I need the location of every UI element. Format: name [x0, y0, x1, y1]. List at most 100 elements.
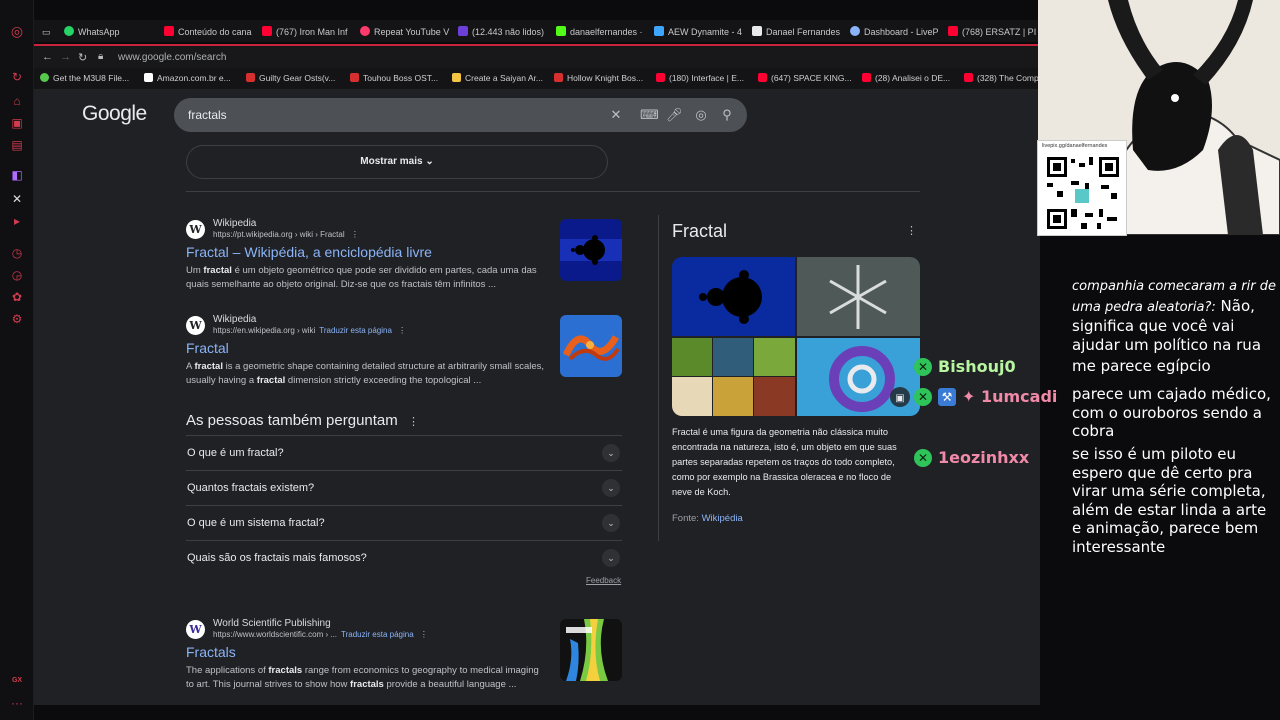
google-logo[interactable]: Google	[82, 102, 147, 126]
translate-link[interactable]: Traduzir esta página	[319, 326, 392, 335]
paa-question[interactable]: Quantos fractais existem? ⌄	[186, 470, 622, 505]
svg-text:▣: ▣	[895, 393, 904, 404]
kick-badge-icon: ✕	[914, 358, 932, 376]
paa-question[interactable]: Quais são os fractais mais famosos? ⌄	[186, 540, 622, 575]
result-thumbnail[interactable]	[560, 619, 622, 681]
bookmark-item[interactable]: (328) The Comp	[964, 73, 1039, 83]
bookmark-item[interactable]: Hollow Knight Bos...	[554, 73, 643, 83]
bookmark-item[interactable]: Create a Saiyan Ar...	[452, 73, 543, 83]
tab-favicon-icon	[948, 26, 958, 36]
knowledge-panel-title: Fractal	[672, 221, 728, 241]
history-list-icon[interactable]: ◶	[10, 268, 24, 282]
tab-item[interactable]: AEW Dynamite - 4	[654, 24, 744, 40]
forward-arrow-icon[interactable]: →	[60, 51, 71, 63]
tab-favicon-icon	[262, 26, 272, 36]
knowledge-panel-images[interactable]: ▣	[672, 257, 920, 416]
tab-item[interactable]: danaelfernandes ·	[556, 24, 646, 40]
player-icon[interactable]: ▤	[10, 138, 24, 152]
gx-icon[interactable]: GX	[10, 674, 24, 688]
tab-item[interactable]: Conteúdo do cana	[164, 24, 254, 40]
tab-bar: ▭ WhatsApp Conteúdo do cana (767) Iron M…	[34, 20, 1040, 42]
journal-cover-thumbnail	[560, 619, 622, 681]
keyboard-icon[interactable]: ⌨	[640, 107, 659, 123]
paa-question[interactable]: O que é um sistema fractal? ⌄	[186, 505, 622, 540]
tab-item[interactable]: (12.443 não lidos)	[458, 24, 548, 40]
chevron-down-icon: ⌄	[602, 444, 620, 462]
feedback-link[interactable]: Feedback	[586, 576, 621, 585]
tab-item[interactable]: WhatsApp	[64, 24, 154, 40]
bag-icon[interactable]: ⌂	[10, 94, 24, 108]
clear-icon[interactable]: ✕	[608, 107, 624, 123]
extensions-icon[interactable]: ✿	[10, 290, 24, 304]
livepix-qr-code[interactable]: livepix.gg/danaelfernandes	[1037, 140, 1127, 236]
fractal-dragon-thumbnail	[560, 315, 622, 377]
result-title-link[interactable]: Fractal – Wikipédia, a enciclopédia livr…	[186, 244, 432, 260]
youtube-icon[interactable]: ▸	[10, 214, 24, 228]
settings-gear-icon[interactable]: ⚙	[10, 312, 24, 326]
bookmark-item[interactable]: Get the M3U8 File...	[40, 73, 129, 83]
show-more-button[interactable]: Mostrar mais ⌄	[186, 145, 608, 179]
bookmark-favicon-icon	[452, 73, 461, 82]
chat-icon[interactable]: ▣	[10, 116, 24, 130]
bookmark-favicon-icon	[862, 73, 871, 82]
tab-menu-icon[interactable]: ▭	[42, 24, 56, 40]
translate-link[interactable]: Traduzir esta página	[341, 630, 414, 639]
reload-icon[interactable]: ↻	[78, 51, 87, 64]
tab-favicon-icon	[458, 26, 468, 36]
result-title-link[interactable]: Fractal	[186, 340, 229, 356]
tab-favicon-icon	[360, 26, 370, 36]
result-title-link[interactable]: Fractals	[186, 644, 236, 660]
x-icon[interactable]: ✕	[10, 192, 24, 206]
opera-logo-icon[interactable]: ◎	[10, 24, 24, 38]
result-thumbnail[interactable]	[560, 315, 622, 377]
kick-badge-icon: ✕	[914, 449, 932, 467]
bookmark-item[interactable]: Amazon.com.br e...	[144, 73, 231, 83]
tab-item[interactable]: Danael Fernandes	[752, 24, 842, 40]
more-vert-icon[interactable]: ⋮	[408, 416, 419, 428]
back-arrow-icon[interactable]: ←	[42, 51, 53, 63]
search-input[interactable]: fractals	[188, 108, 227, 122]
more-vert-icon[interactable]: ⋮	[420, 630, 428, 639]
wikipedia-favicon-icon: W	[186, 316, 205, 335]
tab-item[interactable]: Dashboard - LiveP	[850, 24, 940, 40]
more-options-icon[interactable]: ···	[10, 696, 24, 710]
bookmark-favicon-icon	[40, 73, 49, 82]
clock-icon[interactable]: ◷	[10, 246, 24, 260]
kick-badge-icon: ✕	[914, 388, 932, 406]
twitch-icon[interactable]: ◧	[10, 168, 24, 182]
search-box[interactable]: fractals ✕ ⌨ 🎤︎ ◎ ⚲	[174, 98, 747, 132]
tab-item[interactable]: Repeat YouTube V	[360, 24, 450, 40]
more-vert-icon[interactable]: ⋮	[398, 326, 406, 335]
bookmarks-bar: Get the M3U8 File... Amazon.com.br e... …	[34, 68, 1040, 90]
bookmark-item[interactable]: Touhou Boss OST...	[350, 73, 438, 83]
chevron-down-icon: ⌄	[425, 156, 434, 167]
tab-item[interactable]: (768) ERSATZ | PI	[948, 24, 1038, 40]
result-thumbnail[interactable]	[560, 219, 622, 281]
more-vert-icon[interactable]: ⋮	[351, 230, 359, 239]
bookmark-item[interactable]: (180) Interface | E...	[656, 73, 744, 83]
bookmark-favicon-icon	[554, 73, 563, 82]
result-url: https://www.worldscientific.com › ... Tra…	[213, 630, 428, 639]
result-site-name: Wikipedia	[213, 218, 257, 229]
microphone-icon[interactable]: 🎤︎	[666, 107, 683, 123]
paa-question[interactable]: O que é um fractal? ⌄	[186, 435, 622, 470]
result-site-name: World Scientific Publishing	[213, 618, 331, 629]
bookmark-item[interactable]: (28) Analisei o DE...	[862, 73, 950, 83]
hammer-badge-icon: ⚒	[938, 388, 956, 406]
bookmark-favicon-icon	[656, 73, 665, 82]
more-vert-icon[interactable]: ⋮	[906, 224, 917, 237]
chat-message: me parece egípcio	[1072, 357, 1211, 375]
bookmark-item[interactable]: (647) SPACE KING...	[758, 73, 852, 83]
search-icon[interactable]: ⚲	[719, 107, 735, 123]
tab-item[interactable]: (767) Iron Man Inf	[262, 24, 352, 40]
lock-icon: 🔒︎	[98, 51, 104, 62]
url-field[interactable]: www.google.com/search	[118, 52, 226, 63]
tab-favicon-icon	[64, 26, 74, 36]
lens-camera-icon[interactable]: ◎	[693, 107, 709, 123]
tab-favicon-icon	[556, 26, 566, 36]
bookmark-item[interactable]: Guilty Gear Osts(v...	[246, 73, 335, 83]
chat-username: ✕ 1eozinhxx	[914, 448, 1029, 467]
history-icon[interactable]: ↻	[10, 70, 24, 84]
tab-favicon-icon	[654, 26, 664, 36]
source-link[interactable]: Wikipédia	[702, 513, 743, 524]
